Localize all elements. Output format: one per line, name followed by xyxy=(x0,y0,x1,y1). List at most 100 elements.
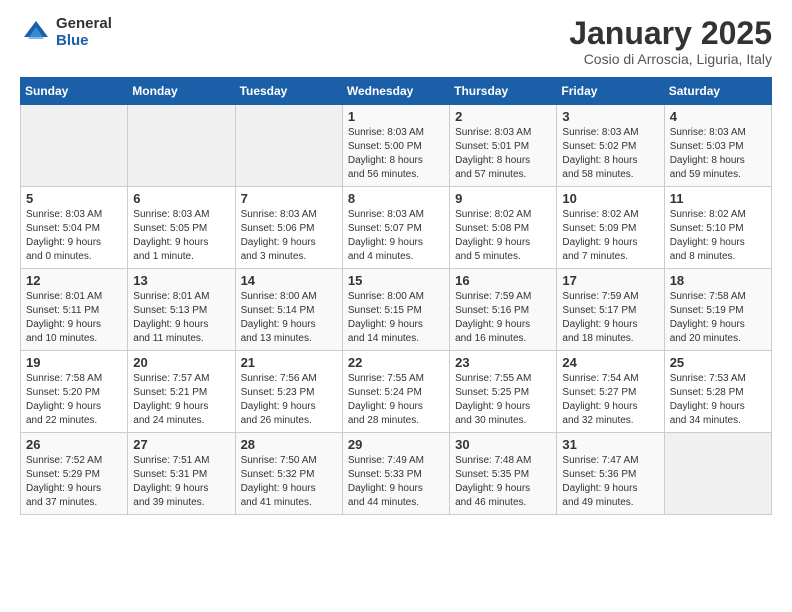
cell-info: Sunrise: 7:51 AM Sunset: 5:31 PM Dayligh… xyxy=(133,454,229,510)
day-number: 1 xyxy=(348,109,444,124)
calendar-cell: 27 Sunrise: 7:51 AM Sunset: 5:31 PM Dayli… xyxy=(128,433,235,515)
cell-info: Sunrise: 8:01 AM Sunset: 5:13 PM Dayligh… xyxy=(133,290,229,346)
day-number: 21 xyxy=(241,355,337,370)
calendar-cell: 17 Sunrise: 7:59 AM Sunset: 5:17 PM Dayli… xyxy=(557,269,664,351)
calendar-cell: 30Sunrise: 7:48 AM Sunset: 5:35 PM Dayli… xyxy=(450,433,557,515)
cell-info: Sunrise: 8:03 AM Sunset: 5:01 PM Dayligh… xyxy=(455,126,551,182)
calendar-table: SundayMondayTuesdayWednesdayThursdayFrid… xyxy=(20,77,772,515)
cell-info: Sunrise: 7:55 AM Sunset: 5:25 PM Dayligh… xyxy=(455,372,551,428)
logo-text: General Blue xyxy=(56,16,112,49)
cell-info: Sunrise: 8:03 AM Sunset: 5:03 PM Dayligh… xyxy=(670,126,766,182)
logo-blue: Blue xyxy=(56,33,112,50)
calendar-cell xyxy=(21,105,128,187)
calendar-cell: 15Sunrise: 8:00 AM Sunset: 5:15 PM Dayli… xyxy=(342,269,449,351)
cell-info: Sunrise: 7:54 AM Sunset: 5:27 PM Dayligh… xyxy=(562,372,658,428)
weekday-header-tuesday: Tuesday xyxy=(235,78,342,105)
logo-general: General xyxy=(56,16,112,33)
weekday-header-monday: Monday xyxy=(128,78,235,105)
calendar-cell: 1 Sunrise: 8:03 AM Sunset: 5:00 PM Daylig… xyxy=(342,105,449,187)
logo: General Blue xyxy=(20,16,112,49)
cell-info: Sunrise: 7:58 AM Sunset: 5:19 PM Dayligh… xyxy=(670,290,766,346)
cell-info: Sunrise: 8:03 AM Sunset: 5:07 PM Dayligh… xyxy=(348,208,444,264)
week-row-1: 1 Sunrise: 8:03 AM Sunset: 5:00 PM Daylig… xyxy=(21,105,772,187)
calendar-cell: 31 Sunrise: 7:47 AM Sunset: 5:36 PM Dayli… xyxy=(557,433,664,515)
calendar-cell: 11Sunrise: 8:02 AM Sunset: 5:10 PM Dayli… xyxy=(664,187,771,269)
cell-info: Sunrise: 8:02 AM Sunset: 5:09 PM Dayligh… xyxy=(562,208,658,264)
day-number: 10 xyxy=(562,191,658,206)
cell-info: Sunrise: 7:48 AM Sunset: 5:35 PM Dayligh… xyxy=(455,454,551,510)
cell-info: Sunrise: 7:47 AM Sunset: 5:36 PM Dayligh… xyxy=(562,454,658,510)
calendar-page: General Blue January 2025 Cosio di Arros… xyxy=(0,0,792,531)
day-number: 29 xyxy=(348,437,444,452)
calendar-cell: 18 Sunrise: 7:58 AM Sunset: 5:19 PM Dayli… xyxy=(664,269,771,351)
cell-info: Sunrise: 7:50 AM Sunset: 5:32 PM Dayligh… xyxy=(241,454,337,510)
cell-info: Sunrise: 8:01 AM Sunset: 5:11 PM Dayligh… xyxy=(26,290,122,346)
day-number: 4 xyxy=(670,109,766,124)
day-number: 9 xyxy=(455,191,551,206)
day-number: 3 xyxy=(562,109,658,124)
cell-info: Sunrise: 8:03 AM Sunset: 5:00 PM Dayligh… xyxy=(348,126,444,182)
week-row-3: 12 Sunrise: 8:01 AM Sunset: 5:11 PM Dayli… xyxy=(21,269,772,351)
cell-info: Sunrise: 8:03 AM Sunset: 5:06 PM Dayligh… xyxy=(241,208,337,264)
day-number: 27 xyxy=(133,437,229,452)
day-number: 8 xyxy=(348,191,444,206)
cell-info: Sunrise: 7:59 AM Sunset: 5:16 PM Dayligh… xyxy=(455,290,551,346)
calendar-cell: 24 Sunrise: 7:54 AM Sunset: 5:27 PM Dayli… xyxy=(557,351,664,433)
day-number: 12 xyxy=(26,273,122,288)
weekday-header-friday: Friday xyxy=(557,78,664,105)
calendar-cell: 6 Sunrise: 8:03 AM Sunset: 5:05 PM Daylig… xyxy=(128,187,235,269)
day-number: 22 xyxy=(348,355,444,370)
calendar-cell: 14 Sunrise: 8:00 AM Sunset: 5:14 PM Dayli… xyxy=(235,269,342,351)
calendar-cell: 28Sunrise: 7:50 AM Sunset: 5:32 PM Dayli… xyxy=(235,433,342,515)
month-title: January 2025 xyxy=(569,16,772,51)
calendar-cell: 20Sunrise: 7:57 AM Sunset: 5:21 PM Dayli… xyxy=(128,351,235,433)
calendar-cell: 16Sunrise: 7:59 AM Sunset: 5:16 PM Dayli… xyxy=(450,269,557,351)
cell-info: Sunrise: 7:52 AM Sunset: 5:29 PM Dayligh… xyxy=(26,454,122,510)
day-number: 24 xyxy=(562,355,658,370)
cell-info: Sunrise: 8:02 AM Sunset: 5:10 PM Dayligh… xyxy=(670,208,766,264)
day-number: 14 xyxy=(241,273,337,288)
cell-info: Sunrise: 8:02 AM Sunset: 5:08 PM Dayligh… xyxy=(455,208,551,264)
weekday-header-thursday: Thursday xyxy=(450,78,557,105)
cell-info: Sunrise: 8:03 AM Sunset: 5:02 PM Dayligh… xyxy=(562,126,658,182)
day-number: 17 xyxy=(562,273,658,288)
day-number: 19 xyxy=(26,355,122,370)
calendar-cell: 22 Sunrise: 7:55 AM Sunset: 5:24 PM Dayli… xyxy=(342,351,449,433)
calendar-cell: 4 Sunrise: 8:03 AM Sunset: 5:03 PM Daylig… xyxy=(664,105,771,187)
cell-info: Sunrise: 7:59 AM Sunset: 5:17 PM Dayligh… xyxy=(562,290,658,346)
cell-info: Sunrise: 7:57 AM Sunset: 5:21 PM Dayligh… xyxy=(133,372,229,428)
weekday-header-row: SundayMondayTuesdayWednesdayThursdayFrid… xyxy=(21,78,772,105)
calendar-cell: 25 Sunrise: 7:53 AM Sunset: 5:28 PM Dayli… xyxy=(664,351,771,433)
weekday-header-wednesday: Wednesday xyxy=(342,78,449,105)
day-number: 7 xyxy=(241,191,337,206)
calendar-cell: 2 Sunrise: 8:03 AM Sunset: 5:01 PM Daylig… xyxy=(450,105,557,187)
calendar-cell: 9 Sunrise: 8:02 AM Sunset: 5:08 PM Daylig… xyxy=(450,187,557,269)
calendar-cell: 3 Sunrise: 8:03 AM Sunset: 5:02 PM Daylig… xyxy=(557,105,664,187)
logo-icon xyxy=(20,17,52,49)
calendar-cell: 8 Sunrise: 8:03 AM Sunset: 5:07 PM Daylig… xyxy=(342,187,449,269)
cell-info: Sunrise: 8:00 AM Sunset: 5:14 PM Dayligh… xyxy=(241,290,337,346)
calendar-cell: 5 Sunrise: 8:03 AM Sunset: 5:04 PM Daylig… xyxy=(21,187,128,269)
calendar-cell: 19Sunrise: 7:58 AM Sunset: 5:20 PM Dayli… xyxy=(21,351,128,433)
week-row-4: 19Sunrise: 7:58 AM Sunset: 5:20 PM Dayli… xyxy=(21,351,772,433)
calendar-cell xyxy=(128,105,235,187)
day-number: 2 xyxy=(455,109,551,124)
calendar-cell xyxy=(235,105,342,187)
cell-info: Sunrise: 7:56 AM Sunset: 5:23 PM Dayligh… xyxy=(241,372,337,428)
calendar-cell: 10 Sunrise: 8:02 AM Sunset: 5:09 PM Dayli… xyxy=(557,187,664,269)
cell-info: Sunrise: 7:55 AM Sunset: 5:24 PM Dayligh… xyxy=(348,372,444,428)
calendar-cell: 12 Sunrise: 8:01 AM Sunset: 5:11 PM Dayli… xyxy=(21,269,128,351)
day-number: 31 xyxy=(562,437,658,452)
day-number: 18 xyxy=(670,273,766,288)
day-number: 25 xyxy=(670,355,766,370)
weekday-header-sunday: Sunday xyxy=(21,78,128,105)
cell-info: Sunrise: 8:03 AM Sunset: 5:05 PM Dayligh… xyxy=(133,208,229,264)
location-title: Cosio di Arroscia, Liguria, Italy xyxy=(569,51,772,67)
day-number: 5 xyxy=(26,191,122,206)
cell-info: Sunrise: 8:03 AM Sunset: 5:04 PM Dayligh… xyxy=(26,208,122,264)
cell-info: Sunrise: 7:53 AM Sunset: 5:28 PM Dayligh… xyxy=(670,372,766,428)
calendar-cell xyxy=(664,433,771,515)
day-number: 6 xyxy=(133,191,229,206)
calendar-cell: 26Sunrise: 7:52 AM Sunset: 5:29 PM Dayli… xyxy=(21,433,128,515)
week-row-5: 26Sunrise: 7:52 AM Sunset: 5:29 PM Dayli… xyxy=(21,433,772,515)
